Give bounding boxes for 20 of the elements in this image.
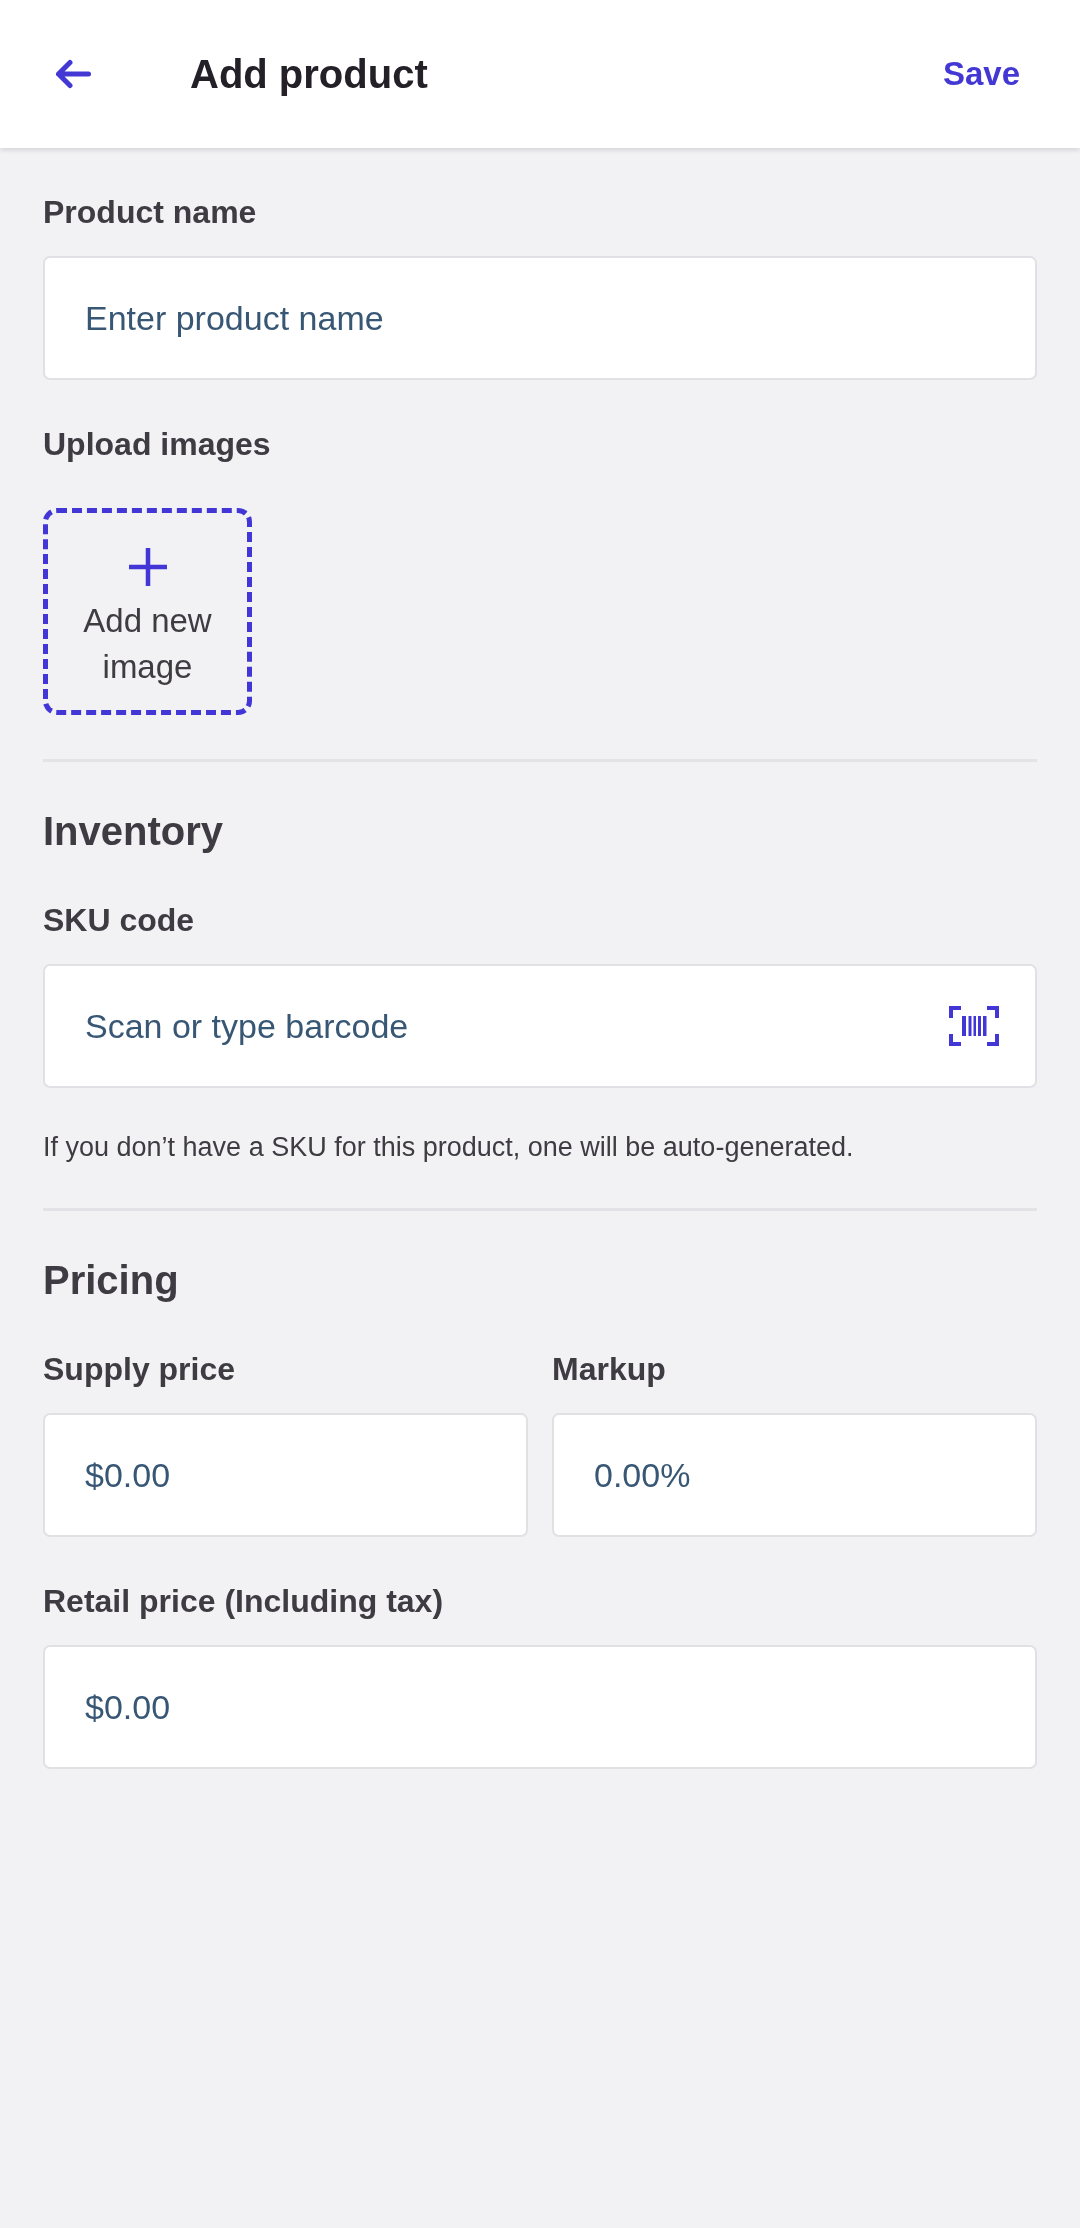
input-field[interactable]: Enter product name: [43, 256, 1037, 380]
plus-icon: [128, 548, 167, 586]
input-field[interactable]: $0.00: [43, 1413, 528, 1537]
field-label: Markup: [552, 1350, 666, 1389]
section-heading: Inventory: [43, 808, 224, 855]
field-label: Supply price: [43, 1350, 236, 1389]
back-arrow-icon[interactable]: [55, 59, 91, 89]
barcode-icon[interactable]: [949, 1006, 999, 1046]
input-field[interactable]: $0.00: [43, 1645, 1037, 1769]
hint-text: If you don’t have a SKU for this product, one will be auto-generated.: [43, 1131, 854, 1164]
page-title: Add product: [190, 51, 428, 98]
section-heading: Pricing: [43, 1257, 179, 1304]
add-image-button[interactable]: Add new image: [43, 508, 252, 715]
field-label: SKU code: [43, 901, 195, 940]
field-label: Product name: [43, 193, 257, 232]
field-label: Upload images: [43, 425, 271, 464]
field-label: Retail price (Including tax): [43, 1582, 444, 1621]
input-field[interactable]: Scan or type barcode: [43, 964, 1037, 1088]
save-button[interactable]: Save: [942, 54, 1020, 94]
input-field[interactable]: 0.00%: [552, 1413, 1037, 1537]
